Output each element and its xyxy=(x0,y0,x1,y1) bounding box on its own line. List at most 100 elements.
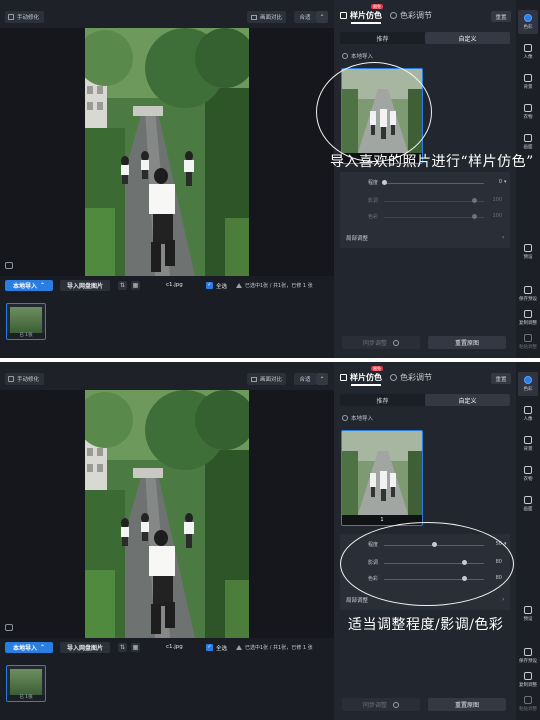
rail-save-preset[interactable]: 保存预设 xyxy=(518,282,538,306)
rail-copy[interactable]: 复制调整 xyxy=(518,668,538,692)
rail-portrait[interactable]: 人像 xyxy=(518,40,538,64)
segment-custom[interactable]: 自定义 xyxy=(425,394,510,406)
slider-degree[interactable]: 程度 0 ▾ xyxy=(340,178,510,188)
reset-button[interactable]: 重置 xyxy=(491,373,511,384)
rail-save-preset[interactable]: 保存预设 xyxy=(518,644,538,668)
thumbnail-caption: 已 1张 xyxy=(7,333,45,339)
rail-paste[interactable]: 粘贴调整 xyxy=(518,692,538,716)
slider-knob[interactable] xyxy=(471,214,477,219)
chevron-right-icon[interactable]: › xyxy=(502,596,504,603)
rail-paste[interactable]: 粘贴调整 xyxy=(518,330,538,354)
slider-track[interactable] xyxy=(384,217,484,218)
grid-view-icon[interactable]: ▦ xyxy=(131,281,140,290)
slider-track[interactable] xyxy=(384,201,484,202)
sort-icon[interactable]: ⇅ xyxy=(118,281,127,290)
rail-copy[interactable]: 复制调整 xyxy=(518,306,538,330)
compare-icon xyxy=(251,14,257,20)
file-name: c1.jpg xyxy=(166,644,183,650)
selection-status-text: 已选中1张 / 共1张，已修 1 张 xyxy=(245,283,313,289)
warning-icon xyxy=(236,645,242,650)
slider-track[interactable] xyxy=(384,183,484,184)
chat-icon[interactable] xyxy=(5,624,13,631)
tab-color-adjust[interactable]: 色彩调节 xyxy=(390,372,432,383)
warning-icon xyxy=(236,283,242,288)
zoom-fit-button[interactable]: 合适 xyxy=(294,11,316,23)
manual-retouch-button[interactable]: 手动修化 xyxy=(5,11,45,23)
rail-background[interactable]: 背景 xyxy=(518,70,538,94)
rail-clothing[interactable]: 衣物 xyxy=(518,100,538,124)
rail-preset[interactable]: 预设 xyxy=(518,240,538,264)
cloud-import-button[interactable]: 导入网盘图片 xyxy=(60,280,110,291)
caret-down-icon[interactable]: ▾ xyxy=(504,179,507,185)
sort-icon[interactable]: ⇅ xyxy=(118,643,127,652)
local-import-button[interactable]: 本地导入 ⌃ xyxy=(5,280,53,291)
select-all-label: 全选 xyxy=(216,284,228,290)
local-import-button[interactable]: 本地导入 ⌃ xyxy=(5,642,53,653)
local-adjust-label[interactable]: 局部调整 xyxy=(346,234,368,242)
reset-image-button[interactable]: 重置原图 xyxy=(428,336,506,349)
compare-label: 画面对比 xyxy=(260,377,283,383)
rail-clothing[interactable]: 衣物 xyxy=(518,462,538,486)
chat-icon[interactable] xyxy=(5,262,13,269)
chevron-up-icon[interactable]: ⌃ xyxy=(316,11,328,23)
compare-button[interactable]: 画面对比 xyxy=(247,373,287,385)
reset-image-button[interactable]: 重置原图 xyxy=(428,698,506,711)
sample-illustration xyxy=(342,431,422,525)
rail-label: 衣物 xyxy=(523,477,533,482)
slider-knob[interactable] xyxy=(471,198,477,203)
rail-portrait[interactable]: 人像 xyxy=(518,402,538,426)
chevron-right-icon[interactable]: › xyxy=(502,234,504,241)
rail-color[interactable]: 色彩 xyxy=(518,372,538,396)
zoom-fit-button[interactable]: 合适 xyxy=(294,373,316,385)
target-icon xyxy=(393,339,399,346)
slider-color[interactable]: 色彩 100 xyxy=(340,212,510,222)
rail-background[interactable]: 背景 xyxy=(518,432,538,456)
annotation-circle xyxy=(340,522,514,606)
manual-retouch-label: 手动修化 xyxy=(17,377,40,383)
cloud-import-button[interactable]: 导入网盘图片 xyxy=(60,642,110,653)
select-all-checkbox[interactable]: ✓ xyxy=(206,644,213,651)
color-icon xyxy=(524,376,532,384)
chevron-up-icon[interactable]: ⌃ xyxy=(316,373,328,385)
filmstrip-thumbnail[interactable]: 已 1张 xyxy=(6,665,46,702)
rail-preset[interactable]: 预设 xyxy=(518,602,538,626)
active-tab-indicator xyxy=(351,22,381,24)
sample-import-row[interactable]: 本地导入 xyxy=(342,52,373,60)
background-icon xyxy=(524,74,532,82)
rail-crop[interactable]: 画面 xyxy=(518,492,538,516)
segment-custom[interactable]: 自定义 xyxy=(425,32,510,44)
paste-icon xyxy=(524,696,532,704)
slider-tone[interactable]: 影调 100 xyxy=(340,196,510,206)
image-canvas[interactable] xyxy=(0,28,334,276)
tab-sample-label: 样片仿色 xyxy=(350,11,382,20)
image-canvas[interactable] xyxy=(0,390,334,638)
annotation-circle xyxy=(316,62,432,162)
compare-button[interactable]: 画面对比 xyxy=(247,11,287,23)
select-all-checkbox[interactable]: ✓ xyxy=(206,282,213,289)
grid-view-icon[interactable]: ▦ xyxy=(131,643,140,652)
local-adjust-label[interactable]: 局部调整 xyxy=(346,596,368,604)
sample-image[interactable]: 1 xyxy=(341,430,423,526)
sync-adjust-button[interactable]: 同步调整 xyxy=(342,698,420,711)
copy-icon xyxy=(524,310,532,318)
rail-color[interactable]: 色彩 xyxy=(518,10,538,34)
segment-recommended[interactable]: 推荐 xyxy=(340,394,425,406)
slider-knob[interactable] xyxy=(381,180,387,185)
annotation-caption: 适当调整程度/影调/色彩 xyxy=(348,617,504,633)
sync-adjust-button[interactable]: 同步调整 xyxy=(342,336,420,349)
tab-color-adjust[interactable]: 色彩调节 xyxy=(390,10,432,21)
tab-sample-color[interactable]: 样片仿色 xyxy=(340,372,382,386)
color-icon xyxy=(524,14,532,22)
sample-import-row[interactable]: 本地导入 xyxy=(342,414,373,422)
reset-button[interactable]: 重置 xyxy=(491,11,511,22)
tab-sample-color[interactable]: 样片仿色 xyxy=(340,10,382,24)
panel-tabs: 样片仿色 限免 色彩调节 重置 xyxy=(334,362,516,390)
sample-import-label: 本地导入 xyxy=(351,416,374,422)
filmstrip-thumbnail[interactable]: 已 1张 xyxy=(6,303,46,340)
copy-icon xyxy=(524,672,532,680)
rail-label: 衣物 xyxy=(523,115,533,120)
manual-retouch-button[interactable]: 手动修化 xyxy=(5,373,45,385)
active-tab-indicator xyxy=(351,384,381,386)
segment-recommended[interactable]: 推荐 xyxy=(340,32,425,44)
rail-label: 背景 xyxy=(523,85,533,90)
